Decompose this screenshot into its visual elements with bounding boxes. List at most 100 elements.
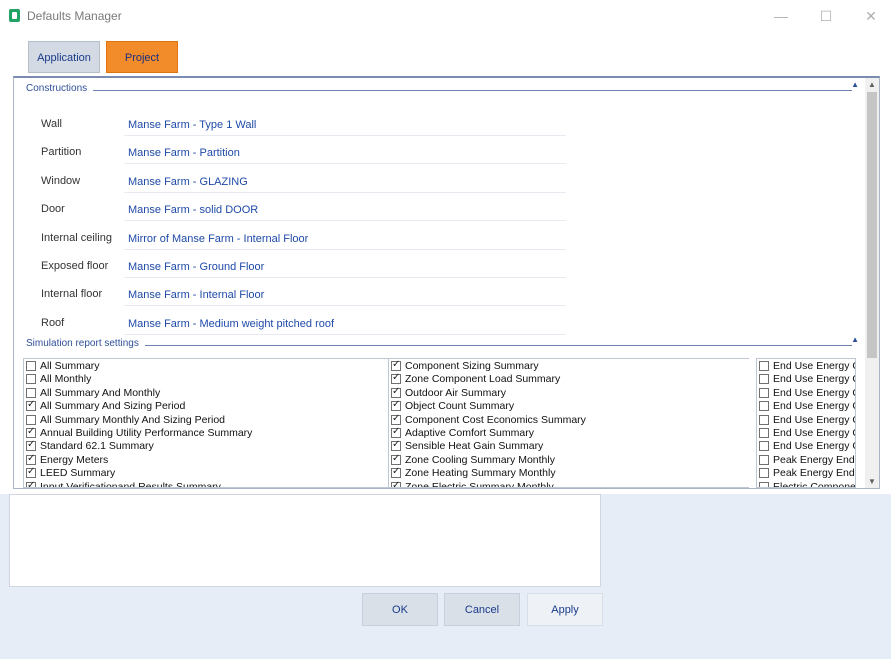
checkbox[interactable] (391, 480, 401, 487)
checkbox-label: Electric Componen (773, 480, 856, 488)
checkbox-label: End Use Energy C (773, 413, 856, 426)
constructions-header[interactable]: Constructions ▲ (14, 80, 864, 98)
checkbox-label: All Summary And Monthly (40, 386, 161, 399)
checkbox-label: End Use Energy C (773, 427, 856, 439)
close-button[interactable]: ✕ (856, 5, 886, 27)
header-divider (26, 90, 852, 91)
checkbox-label: LEED Summary (40, 467, 116, 480)
checkbox[interactable] (26, 414, 36, 425)
checkbox-label: End Use Energy C (773, 360, 856, 372)
checkbox[interactable] (391, 372, 401, 385)
construction-label: Exposed floor (41, 260, 109, 272)
scroll-down-icon[interactable]: ▼ (865, 476, 879, 488)
construction-row: Partition Manse Farm - Partition (14, 140, 864, 168)
construction-label: Window (41, 174, 81, 187)
checkbox[interactable] (26, 466, 36, 479)
construction-label: Wall (41, 118, 62, 130)
checkbox[interactable] (391, 399, 401, 412)
scroll-up-icon[interactable]: ▲ (865, 79, 879, 91)
construction-row: Internal ceiling Mirror of Manse Farm - I… (14, 226, 864, 254)
ok-button[interactable]: OK (362, 593, 438, 626)
construction-select[interactable]: Manse Farm - GLAZING (124, 171, 566, 193)
minimize-button[interactable]: — (766, 5, 796, 27)
checkbox[interactable] (759, 361, 769, 371)
checkbox-label: Energy Meters (40, 453, 109, 466)
checkbox-label: Component Cost Economics Summary (405, 413, 586, 426)
checkbox[interactable] (391, 386, 401, 398)
checkbox[interactable] (759, 374, 769, 385)
checkbox-label: Annual Building Utility Performance Summ… (40, 427, 253, 439)
construction-select[interactable]: Mirror of Manse Farm - Internal Floor (124, 228, 566, 250)
checkbox[interactable] (391, 439, 401, 452)
checkbox[interactable] (759, 401, 769, 412)
construction-row: Internal floor Manse Farm - Internal Floo… (14, 282, 864, 310)
collapse-icon[interactable]: ▲ (851, 80, 859, 89)
checkbox[interactable] (759, 414, 769, 425)
checkbox-label: All Summary (40, 360, 100, 372)
report-checklist-col1: All Summary All Monthly All Summary And Mo… (23, 358, 389, 488)
checkbox-label: All Monthly (40, 373, 92, 386)
checkbox-label: Zone Electric Summary Monthly (405, 480, 554, 488)
checkbox[interactable] (759, 441, 769, 452)
maximize-button[interactable]: ☐ (811, 5, 841, 27)
checkbox-label: Object Count Summary (405, 400, 515, 413)
checkbox[interactable] (26, 361, 36, 371)
construction-row: Window Manse Farm - GLAZING (14, 169, 864, 197)
checkbox[interactable] (759, 468, 769, 479)
title-bar: Defaults Manager — ☐ ✕ (0, 0, 891, 32)
apply-button[interactable]: Apply (527, 593, 603, 626)
checkbox[interactable] (391, 359, 401, 371)
checkbox[interactable] (26, 439, 36, 452)
construction-select[interactable]: Manse Farm - Partition (124, 142, 566, 165)
checkbox[interactable] (391, 413, 401, 425)
construction-select[interactable]: Manse Farm - Type 1 Wall (124, 114, 566, 136)
construction-select[interactable]: Manse Farm - solid DOOR (124, 199, 566, 222)
construction-label: Partition (41, 146, 82, 159)
checkbox-label: Outdoor Air Summary (405, 386, 506, 399)
checkbox-label: End Use Energy C (773, 440, 856, 453)
construction-label: Internal ceiling (41, 231, 112, 244)
checkbox[interactable] (26, 374, 36, 385)
checkbox[interactable] (759, 428, 769, 438)
construction-label: Internal floor (41, 288, 103, 301)
notes-area[interactable] (9, 494, 601, 587)
panel-scrollbar[interactable]: ▲ ▼ (865, 78, 879, 488)
construction-select[interactable]: Manse Farm - Ground Floor (124, 256, 566, 278)
window-title: Defaults Manager (27, 9, 122, 23)
checkbox-label: Adaptive Comfort Summary (405, 427, 534, 439)
checkbox[interactable] (759, 387, 769, 398)
construction-row: Exposed floor Manse Farm - Ground Floor (14, 254, 864, 282)
checkbox[interactable] (391, 426, 401, 438)
checkbox-label: Component Sizing Summary (405, 360, 539, 372)
checkbox-label: Peak Energy End (773, 453, 855, 466)
checkbox[interactable] (26, 399, 36, 412)
tab-application[interactable]: Application (28, 41, 100, 73)
construction-select[interactable]: Manse Farm - Internal Floor (124, 284, 566, 307)
checkbox[interactable] (26, 387, 36, 398)
simulation-header-label: Simulation report settings (26, 338, 145, 349)
checkbox-label: End Use Energy C (773, 400, 856, 413)
checkbox[interactable] (26, 453, 36, 465)
construction-row: Door Manse Farm - solid DOOR (14, 197, 864, 225)
cancel-button[interactable]: Cancel (444, 593, 520, 626)
construction-label: Roof (41, 316, 65, 329)
tab-project[interactable]: Project (106, 41, 178, 73)
report-checklist-col2: Component Sizing SummaryZone Component L… (389, 358, 749, 488)
scrollbar-thumb[interactable] (867, 92, 877, 358)
checkbox-label: End Use Energy C (773, 373, 856, 386)
construction-label: Door (41, 203, 65, 216)
checkbox[interactable] (391, 466, 401, 479)
checkbox-label: Zone Cooling Summary Monthly (405, 453, 555, 466)
simulation-header[interactable]: Simulation report settings ▲ (14, 335, 864, 353)
checkbox[interactable] (26, 426, 36, 438)
collapse-icon[interactable]: ▲ (851, 335, 859, 344)
checkbox-label: Zone Heating Summary Monthly (405, 467, 556, 480)
app-icon (9, 9, 20, 22)
settings-panel: Constructions ▲ Wall Manse Farm - Type 1 … (13, 76, 880, 489)
construction-select[interactable]: Manse Farm - Medium weight pitched roof (124, 313, 566, 335)
checkbox[interactable] (26, 480, 36, 487)
checkbox[interactable] (391, 453, 401, 465)
checkbox[interactable] (759, 454, 769, 465)
checkbox-label: Zone Component Load Summary (405, 373, 561, 386)
checkbox[interactable] (759, 481, 769, 487)
